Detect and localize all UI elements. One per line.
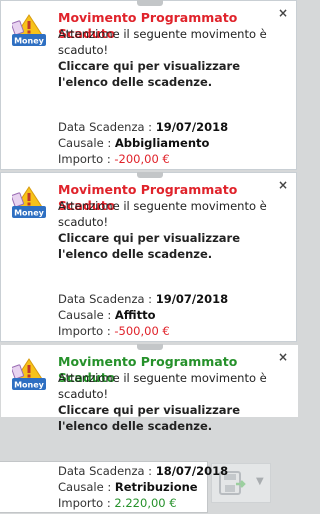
money-logo-icon: Money xyxy=(12,185,48,223)
amount-value: -200,00 € xyxy=(114,152,170,166)
due-date-label: Data Scadenza : xyxy=(58,464,156,478)
drag-grip[interactable] xyxy=(137,0,163,6)
cause-label: Causale : xyxy=(58,136,115,150)
view-deadlines-link[interactable]: Cliccare qui per visualizzare l'elenco d… xyxy=(58,230,293,262)
drag-grip[interactable] xyxy=(137,344,163,350)
notification-details: Data Scadenza : 19/07/2018 Causale : Abb… xyxy=(58,119,228,167)
amount-label: Importo : xyxy=(58,324,115,338)
notification-message: Attenzione il seguente movimento è scadu… xyxy=(58,371,267,401)
notification-card[interactable]: × Money Movimento Programmato Scaduto At… xyxy=(0,172,297,342)
notification-message: Attenzione il seguente movimento è scadu… xyxy=(58,27,267,57)
cause-label: Causale : xyxy=(58,308,115,322)
amount-value: 2.220,00 € xyxy=(114,496,177,510)
notification-details: Data Scadenza : 18/07/2018 Causale : Ret… xyxy=(58,463,228,511)
cause-value: Retribuzione xyxy=(114,480,198,494)
cause-value: Affitto xyxy=(114,308,156,322)
view-deadlines-link[interactable]: Cliccare qui per visualizzare l'elenco d… xyxy=(58,402,293,434)
cause-label: Causale : xyxy=(58,480,115,494)
notification-card[interactable]: × Money Movimento Programmato Scaduto At… xyxy=(0,344,298,514)
due-date-label: Data Scadenza : xyxy=(58,292,156,306)
amount-label: Importo : xyxy=(58,496,115,510)
amount-value: -500,00 € xyxy=(114,324,170,338)
svg-text:Money: Money xyxy=(14,209,45,218)
drag-grip[interactable] xyxy=(137,172,163,178)
cause-value: Abbigliamento xyxy=(114,136,210,150)
svg-text:Money: Money xyxy=(14,381,45,390)
money-logo-icon: Money xyxy=(12,13,48,51)
notification-card[interactable]: × Money Movimento Programmato Scaduto At… xyxy=(0,0,297,170)
due-date-value: 19/07/2018 xyxy=(155,292,229,306)
money-logo-icon: Money xyxy=(12,357,48,395)
due-date-value: 18/07/2018 xyxy=(155,464,229,478)
notification-details: Data Scadenza : 19/07/2018 Causale : Aff… xyxy=(58,291,228,339)
amount-label: Importo : xyxy=(58,152,115,166)
svg-text:Money: Money xyxy=(14,37,45,46)
view-deadlines-link[interactable]: Cliccare qui per visualizzare l'elenco d… xyxy=(58,58,293,90)
notification-message: Attenzione il seguente movimento è scadu… xyxy=(58,199,267,229)
due-date-label: Data Scadenza : xyxy=(58,120,156,134)
due-date-value: 19/07/2018 xyxy=(155,120,229,134)
